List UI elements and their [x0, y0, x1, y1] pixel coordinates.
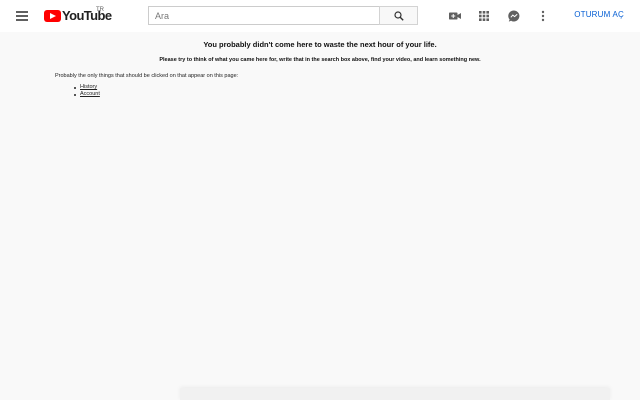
list-item: History	[72, 84, 100, 91]
play-icon	[44, 10, 61, 22]
page-headline: You probably didn't come here to waste t…	[203, 40, 437, 49]
messages-icon[interactable]	[507, 9, 521, 23]
hamburger-menu-icon[interactable]	[16, 11, 28, 21]
list-item: Account	[72, 91, 100, 98]
apps-grid-icon[interactable]	[477, 9, 491, 23]
search-input[interactable]	[149, 7, 379, 24]
links-list: History Account	[72, 84, 100, 98]
more-vertical-icon[interactable]	[536, 9, 550, 23]
search-box	[148, 6, 379, 25]
page-subline: Please try to think of what you came her…	[159, 57, 481, 63]
masthead: YouTube TR Ara OTURUM AÇ	[0, 0, 640, 32]
sign-in-button[interactable]: OTURUM AÇ	[566, 10, 624, 22]
page: YouTube TR Ara OTURUM AÇ You probably di…	[0, 0, 640, 400]
search-icon	[394, 11, 404, 21]
account-link[interactable]: Account	[80, 91, 100, 97]
links-intro-text: Probably the only things that should be …	[55, 73, 239, 79]
logo-text: YouTube	[62, 8, 112, 23]
bottom-panel	[180, 388, 610, 400]
search-button[interactable]	[379, 6, 418, 25]
logo-country-code: TR	[96, 7, 104, 13]
video-camera-icon[interactable]	[448, 9, 462, 23]
history-link[interactable]: History	[80, 84, 97, 90]
